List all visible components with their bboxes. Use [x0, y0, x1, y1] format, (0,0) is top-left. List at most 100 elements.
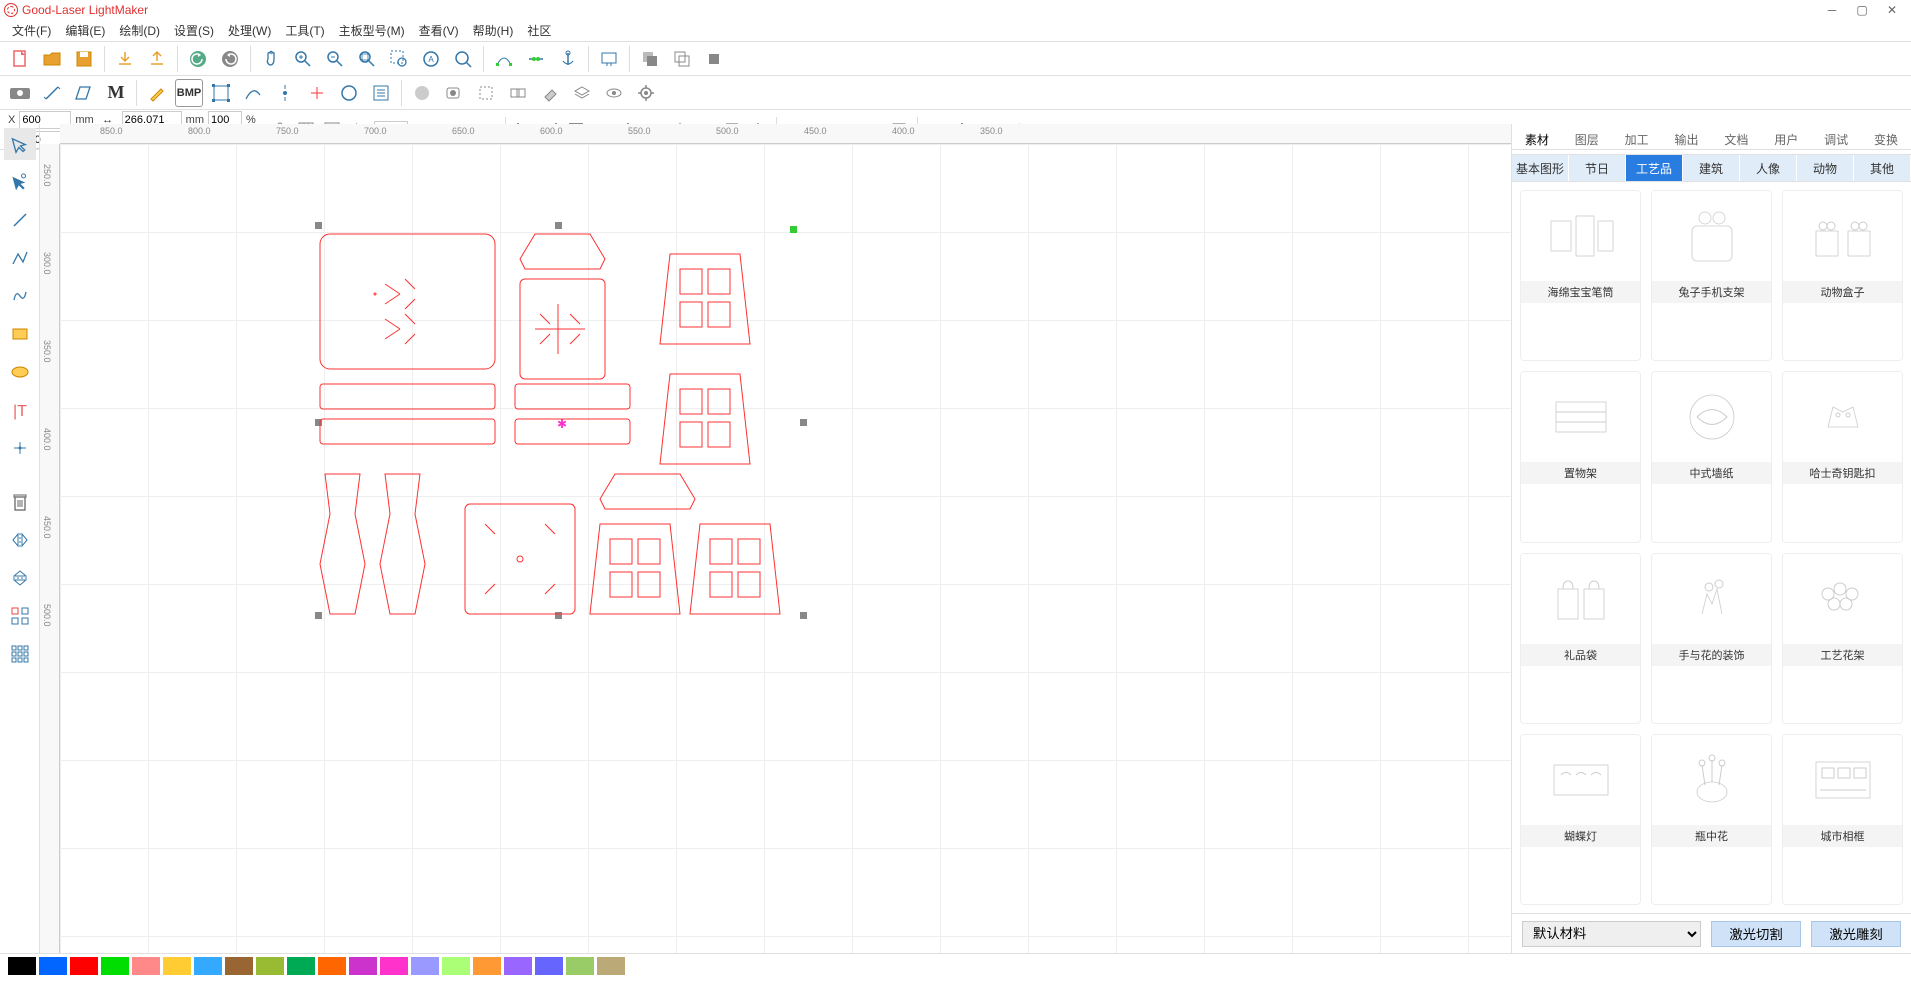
bmp-button[interactable]: BMP: [175, 79, 203, 107]
import-button[interactable]: [111, 45, 139, 73]
export-button[interactable]: [143, 45, 171, 73]
category-tab[interactable]: 动物: [1797, 155, 1854, 181]
color-swatch[interactable]: [287, 957, 315, 975]
menu-item[interactable]: 查看(V): [413, 20, 465, 41]
zoom-page-button[interactable]: [449, 45, 477, 73]
polyline-tool[interactable]: [4, 242, 36, 274]
menu-item[interactable]: 编辑(E): [59, 20, 111, 41]
color-swatch[interactable]: [442, 957, 470, 975]
color-swatch[interactable]: [132, 957, 160, 975]
record-button[interactable]: [440, 79, 468, 107]
material-item[interactable]: 兔子手机支架: [1651, 190, 1772, 361]
new-file-button[interactable]: [6, 45, 34, 73]
pan-button[interactable]: [257, 45, 285, 73]
color-swatch[interactable]: [411, 957, 439, 975]
zoom-in-button[interactable]: [289, 45, 317, 73]
material-item[interactable]: 置物架: [1520, 371, 1641, 542]
menu-item[interactable]: 工具(T): [279, 20, 330, 41]
color-swatch[interactable]: [473, 957, 501, 975]
color-swatch[interactable]: [504, 957, 532, 975]
point-tool[interactable]: [4, 432, 36, 464]
curve-edit-button[interactable]: [239, 79, 267, 107]
center-mark-button[interactable]: [303, 79, 331, 107]
menu-item[interactable]: 绘制(D): [113, 20, 166, 41]
redo-button[interactable]: [216, 45, 244, 73]
color-swatch[interactable]: [318, 957, 346, 975]
panel-tab[interactable]: 加工: [1612, 124, 1662, 154]
break-path-button[interactable]: [522, 45, 550, 73]
visibility-button[interactable]: [600, 79, 628, 107]
combine-button[interactable]: [504, 79, 532, 107]
fill-circle-button[interactable]: [408, 79, 436, 107]
material-item[interactable]: 工艺花架: [1782, 553, 1903, 724]
undo-button[interactable]: [184, 45, 212, 73]
panel-tab[interactable]: 变换: [1861, 124, 1911, 154]
material-item[interactable]: 礼品袋: [1520, 553, 1641, 724]
panel-tab[interactable]: 用户: [1761, 124, 1811, 154]
zoom-out-button[interactable]: [321, 45, 349, 73]
material-item[interactable]: 城市相框: [1782, 734, 1903, 905]
save-file-button[interactable]: [70, 45, 98, 73]
material-item[interactable]: 中式墙纸: [1651, 371, 1772, 542]
color-swatch[interactable]: [39, 957, 67, 975]
laser-cut-button[interactable]: 激光切割: [1711, 921, 1801, 947]
color-swatch[interactable]: [101, 957, 129, 975]
mirror-v-tool[interactable]: [4, 562, 36, 594]
mirror-h-tool[interactable]: [4, 524, 36, 556]
material-select[interactable]: 默认材料: [1522, 921, 1701, 947]
color-swatch[interactable]: [194, 957, 222, 975]
panel-tab[interactable]: 素材: [1512, 124, 1562, 154]
grid-array-tool[interactable]: [4, 638, 36, 670]
panel-tab[interactable]: 文档: [1712, 124, 1762, 154]
color-swatch[interactable]: [349, 957, 377, 975]
color-swatch[interactable]: [256, 957, 284, 975]
category-tab[interactable]: 工艺品: [1626, 155, 1683, 181]
pen-tool-button[interactable]: [143, 79, 171, 107]
category-tab[interactable]: 建筑: [1683, 155, 1740, 181]
material-item[interactable]: 海绵宝宝笔筒: [1520, 190, 1641, 361]
group-outline-button[interactable]: [668, 45, 696, 73]
snap-point-button[interactable]: [271, 79, 299, 107]
anchor-button[interactable]: [554, 45, 582, 73]
canvas[interactable]: ✱: [60, 144, 1511, 953]
menu-item[interactable]: 主板型号(M): [333, 20, 411, 41]
panel-tab[interactable]: 输出: [1662, 124, 1712, 154]
delete-tool[interactable]: [4, 486, 36, 518]
material-item[interactable]: 瓶中花: [1651, 734, 1772, 905]
bounding-box-button[interactable]: [207, 79, 235, 107]
zoom-all-button[interactable]: A: [417, 45, 445, 73]
panel-tab[interactable]: 调试: [1811, 124, 1861, 154]
text-m-button[interactable]: M: [102, 79, 130, 107]
zoom-fit-button[interactable]: [353, 45, 381, 73]
rect-tool[interactable]: [4, 318, 36, 350]
ellipse-tool[interactable]: [4, 356, 36, 388]
menu-item[interactable]: 文件(F): [6, 20, 57, 41]
menu-item[interactable]: 设置(S): [168, 20, 220, 41]
category-tab[interactable]: 其他: [1854, 155, 1911, 181]
list-button[interactable]: [367, 79, 395, 107]
menu-item[interactable]: 社区: [521, 20, 557, 41]
color-swatch[interactable]: [225, 957, 253, 975]
color-swatch[interactable]: [597, 957, 625, 975]
color-swatch[interactable]: [380, 957, 408, 975]
color-swatch[interactable]: [8, 957, 36, 975]
zoom-selection-button[interactable]: [385, 45, 413, 73]
array-tool[interactable]: [4, 600, 36, 632]
node-edit-button[interactable]: [490, 45, 518, 73]
close-button[interactable]: ✕: [1877, 0, 1907, 20]
rect-dashed-button[interactable]: [472, 79, 500, 107]
category-tab[interactable]: 基本图形: [1512, 155, 1569, 181]
measure-button[interactable]: [38, 79, 66, 107]
material-item[interactable]: 哈士奇钥匙扣: [1782, 371, 1903, 542]
node-tool[interactable]: [4, 166, 36, 198]
maximize-button[interactable]: ▢: [1847, 0, 1877, 20]
line-tool[interactable]: [4, 204, 36, 236]
camera-button[interactable]: [6, 79, 34, 107]
display-button[interactable]: [595, 45, 623, 73]
text-tool[interactable]: |T: [4, 394, 36, 426]
eraser-button[interactable]: [536, 79, 564, 107]
color-swatch[interactable]: [70, 957, 98, 975]
color-swatch[interactable]: [163, 957, 191, 975]
minimize-button[interactable]: ─: [1817, 0, 1847, 20]
color-swatch[interactable]: [566, 957, 594, 975]
